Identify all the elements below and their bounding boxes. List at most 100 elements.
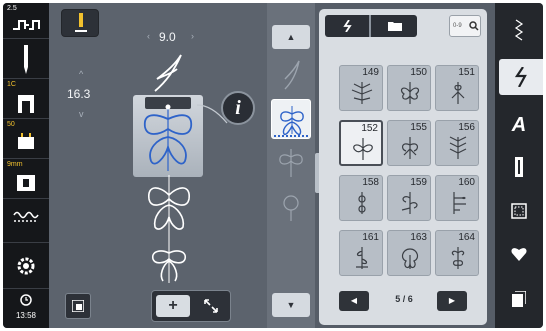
combination-strip: ▲ ▼ <box>267 3 315 328</box>
thread-tension-cell[interactable]: 50 <box>3 119 49 159</box>
stitch-plate-icon <box>17 175 35 191</box>
stitch-number: 160 <box>458 177 475 188</box>
stitch-number: 156 <box>458 122 475 133</box>
sewing-machine-screen: 2.5 1C 50 9mm 13:58 ‹ 9.0 › ^ 16.3 v i +… <box>3 3 543 328</box>
stitch-pattern-icon <box>358 192 366 214</box>
stitch-tile[interactable]: 163 <box>387 230 431 276</box>
stitch-tile[interactable]: 164 <box>435 230 479 276</box>
clock-time: 13:58 <box>15 311 37 320</box>
settings-cell[interactable] <box>3 243 49 289</box>
needle-position-button[interactable] <box>61 9 99 37</box>
stitch-pattern-icon <box>356 247 368 269</box>
page-navigation: ◀ 5 / 6 ▶ <box>339 291 469 313</box>
stitch-thumb-icon <box>279 149 303 177</box>
width-decrease-icon[interactable]: ‹ <box>147 31 150 41</box>
tension-icon <box>13 20 40 30</box>
stitch-tile[interactable]: 161 <box>339 230 383 276</box>
stitch-number: 158 <box>362 177 379 188</box>
stitch-pattern-icon <box>451 247 465 269</box>
previous-page-button[interactable]: ◀ <box>339 291 369 311</box>
stitch-pattern-icon <box>449 136 467 159</box>
zoom-fit-icon <box>204 299 218 313</box>
stitch-category-icon <box>343 20 352 32</box>
length-decrease-icon[interactable]: v <box>79 109 84 119</box>
stitch-tile[interactable]: 155 <box>387 120 431 166</box>
combo-stitch-2-active[interactable] <box>271 99 311 139</box>
zigzag-icon <box>514 19 524 41</box>
quilt-icon <box>511 203 527 219</box>
clock-icon <box>20 294 32 306</box>
next-page-button[interactable]: ▶ <box>437 291 467 311</box>
memory-icon <box>512 290 527 307</box>
active-underline <box>274 134 308 137</box>
previous-stitch-outline <box>154 54 182 92</box>
needle-cell[interactable] <box>3 39 49 79</box>
status-column: 2.5 1C 50 9mm 13:58 <box>3 3 49 328</box>
stitch-pattern-icon <box>453 192 466 214</box>
stitch-tile[interactable]: 149 <box>339 65 383 111</box>
stitch-pattern-icon <box>353 138 373 160</box>
stitch-search-button[interactable]: 0-9 <box>449 15 481 37</box>
category-quilt-stitches[interactable] <box>499 193 539 229</box>
combo-stitch-3[interactable] <box>271 143 311 183</box>
buttonhole-icon <box>515 157 523 177</box>
view-button[interactable] <box>65 293 91 319</box>
search-icon <box>469 21 479 31</box>
breadcrumb-stitch-category[interactable] <box>325 15 371 37</box>
category-personal-program[interactable] <box>499 237 539 273</box>
decorative-stitch-icon <box>514 66 527 88</box>
stitch-pattern-icon <box>401 192 418 214</box>
search-keypad-icon: 0-9 <box>453 23 462 29</box>
clock-cell: 13:58 <box>3 289 49 328</box>
stitch-number: 163 <box>410 232 427 243</box>
breadcrumb-folder[interactable] <box>373 15 417 37</box>
stitch-tile[interactable]: 160 <box>435 175 479 221</box>
stitch-number: 151 <box>458 67 475 78</box>
stitch-tile[interactable]: 151 <box>435 65 479 111</box>
breadcrumb <box>325 15 417 37</box>
stitch-width-value[interactable]: 9.0 <box>159 30 176 44</box>
combo-stitch-4[interactable] <box>271 185 311 225</box>
info-button[interactable]: i <box>221 91 255 125</box>
stitch-tile[interactable]: 158 <box>339 175 383 221</box>
category-memory[interactable] <box>499 281 539 317</box>
upper-tension-value: 2.5 <box>7 5 17 12</box>
feed-dog-icon <box>18 95 34 113</box>
stitch-tile[interactable]: 159 <box>387 175 431 221</box>
stitch-number: 149 <box>362 67 379 78</box>
presser-foot-cell[interactable]: 1C <box>3 79 49 119</box>
thread-tension-value: 50 <box>7 121 15 128</box>
stitch-tile[interactable]: 150 <box>387 65 431 111</box>
scroll-down-button[interactable]: ▼ <box>272 293 310 317</box>
width-increase-icon[interactable]: › <box>191 31 194 41</box>
length-increase-icon[interactable]: ^ <box>79 69 83 79</box>
stitch-number: 155 <box>410 122 427 133</box>
stitch-tile[interactable]: 156 <box>435 120 479 166</box>
stitch-number: 159 <box>410 177 427 188</box>
zoom-fit-button[interactable] <box>194 295 228 317</box>
stitch-length-value[interactable]: 16.3 <box>67 87 90 101</box>
category-practical-stitches[interactable] <box>499 13 539 49</box>
stitch-pattern-icon <box>351 82 373 104</box>
wave-cell[interactable] <box>3 199 49 243</box>
category-decorative-stitches[interactable] <box>499 59 543 95</box>
needle-position-icon <box>75 13 87 32</box>
category-column: A <box>495 3 543 328</box>
stitch-tile-selected[interactable]: 152 <box>339 120 383 166</box>
scroll-up-button[interactable]: ▲ <box>272 25 310 49</box>
stitch-number: 150 <box>410 67 427 78</box>
thread-tension-icon <box>18 133 34 149</box>
zoom-controls: + <box>151 290 231 322</box>
settings-icon <box>17 257 35 275</box>
stitch-plate-cell[interactable]: 9mm <box>3 159 49 199</box>
category-alphabets[interactable]: A <box>499 107 539 143</box>
heart-icon <box>511 248 527 261</box>
page-indicator: 5 / 6 <box>395 294 413 304</box>
zoom-in-button[interactable]: + <box>156 295 190 317</box>
upper-tension-cell[interactable]: 2.5 <box>3 3 49 39</box>
selected-stitch-preview <box>143 104 193 171</box>
combo-stitch-1[interactable] <box>271 55 311 95</box>
presser-foot-value: 1C <box>7 81 16 88</box>
category-buttonholes[interactable] <box>499 149 539 185</box>
stitch-number: 152 <box>361 123 378 134</box>
